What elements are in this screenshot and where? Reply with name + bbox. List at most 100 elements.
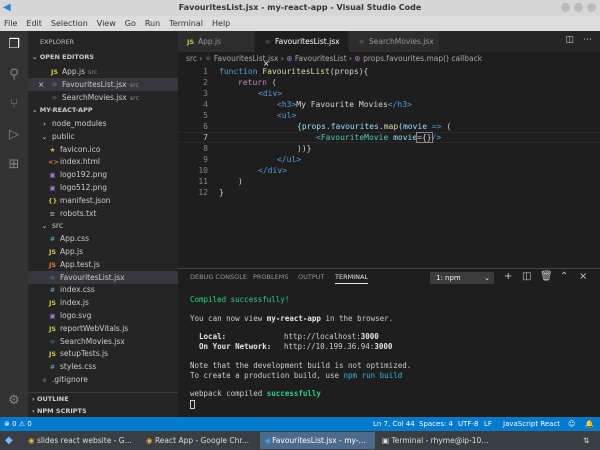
feedback-icon[interactable]: ☺ <box>568 417 575 431</box>
line-number: 1 <box>203 67 208 76</box>
taskbar-item-chrome-react[interactable]: ◉ React App - Google Chr... <box>142 432 256 449</box>
tab-app-js[interactable]: JS App.js <box>178 31 254 52</box>
file-item[interactable]: {} manifest.json <box>28 194 178 207</box>
breadcrumb-file[interactable]: FavouritesList.jsx <box>214 54 279 63</box>
open-editor-item[interactable]: × ⚛ FavouritesList.jsx src <box>28 78 178 91</box>
folder-item[interactable]: › node_modules <box>28 117 178 130</box>
file-item[interactable]: JS setupTests.js <box>28 347 178 360</box>
terminal-select[interactable]: 1: npm ⌄ <box>430 272 494 284</box>
split-editor-icon[interactable]: ◫ <box>565 35 574 45</box>
indentation[interactable]: Spaces: 4 <box>419 417 453 431</box>
line-number: 12 <box>198 188 208 197</box>
cursor-position[interactable]: Ln 7, Col 44 <box>373 417 415 431</box>
file-item[interactable]: JS App.test.js <box>28 258 178 271</box>
file-item[interactable]: ▣ logo.svg <box>28 309 178 322</box>
taskbar-label: Terminal - rhyme@ip-10... <box>391 436 489 445</box>
tab-output[interactable]: OUTPUT <box>298 273 325 281</box>
menu-terminal[interactable]: Terminal <box>169 16 203 31</box>
file-name: src <box>52 221 63 231</box>
source-control-icon[interactable]: ⑂ <box>6 97 22 113</box>
encoding[interactable]: UTF-8 <box>458 417 478 431</box>
close-panel-icon[interactable]: × <box>579 271 587 282</box>
file-item[interactable]: ★ favicon.ico <box>28 143 178 156</box>
trash-icon[interactable]: 🗑 <box>540 271 553 282</box>
file-name: FavouritesList.jsx <box>62 80 127 89</box>
file-item[interactable]: ▣ logo512.png <box>28 181 178 194</box>
menu-help[interactable]: Help <box>212 16 230 31</box>
open-editor-item[interactable]: ⚛ SearchMovies.jsx src <box>28 91 178 104</box>
file-item[interactable]: <>index.html <box>28 155 178 168</box>
settings-gear-icon[interactable]: ⚙ <box>6 393 22 409</box>
file-item[interactable]: ⚛ FavouritesList.jsx <box>28 270 178 284</box>
file-item[interactable]: JS App.js <box>28 245 178 258</box>
file-name: robots.txt <box>60 208 97 218</box>
extensions-icon[interactable]: ⊞ <box>6 157 22 173</box>
network-icon[interactable]: ⇅ <box>583 431 589 450</box>
file-name: SearchMovies.jsx <box>60 336 125 346</box>
breadcrumb-src[interactable]: src <box>186 54 197 63</box>
tab-problems[interactable]: PROBLEMS <box>253 273 288 281</box>
taskbar-item-chrome-slides[interactable]: ◉ slides react website - G... <box>24 432 140 449</box>
menu-bar: File Edit Selection View Go Run Terminal Help <box>0 16 600 31</box>
folder-item[interactable]: ⌄ public <box>28 130 178 143</box>
project-header[interactable]: ⌄ MY-REACT-APP <box>28 104 178 117</box>
menu-edit[interactable]: Edit <box>26 16 42 31</box>
tab-terminal[interactable]: TERMINAL <box>335 273 369 284</box>
file-item[interactable]: JS reportWebVitals.js <box>28 322 178 335</box>
file-item[interactable]: ≡ robots.txt <box>28 207 178 220</box>
open-editors-header[interactable]: ⌄ OPEN EDITORS <box>28 51 178 64</box>
code-token: ={} <box>416 132 433 143</box>
code-editor[interactable]: 1 function FavouritesList(props){ 2 return… <box>178 64 600 264</box>
outline-header[interactable]: › OUTLINE <box>28 392 178 405</box>
run-debug-icon[interactable]: ▷ <box>6 127 22 143</box>
tab-debug-console[interactable]: DEBUG CONSOLE <box>190 273 247 281</box>
tab-searchmovies-jsx[interactable]: ⚛ SearchMovies.jsx <box>349 31 439 52</box>
terminal-text: npm run build <box>343 371 403 380</box>
menu-file[interactable]: File <box>4 16 17 31</box>
js-file-icon: JS <box>186 38 195 46</box>
menu-selection[interactable]: Selection <box>51 16 88 31</box>
taskbar-item-terminal[interactable]: ▣ Terminal - rhyme@ip-10... <box>378 432 493 449</box>
problems-indicator[interactable]: ⊗ 0 ⚠ 0 <box>4 417 32 431</box>
menu-view[interactable]: View <box>97 16 116 31</box>
tab-label: FavouritesList.jsx <box>275 37 340 46</box>
file-name: .gitignore <box>52 375 88 384</box>
maximize-panel-icon[interactable]: ⌃ <box>560 271 568 282</box>
new-terminal-icon[interactable]: + <box>504 271 512 282</box>
taskbar-item-vscode[interactable]: ◀ FavouritesList.jsx - my-... <box>260 432 375 449</box>
open-editor-item[interactable]: JS App.js src <box>28 65 178 78</box>
search-icon[interactable]: ⚲ <box>6 67 22 83</box>
file-item[interactable]: JS index.js <box>28 296 178 309</box>
file-item[interactable]: ▣ logo192.png <box>28 168 178 181</box>
language-mode[interactable]: JavaScript React <box>503 417 560 431</box>
file-name: App.js <box>60 247 84 256</box>
line-number: 11 <box>198 177 208 186</box>
file-item[interactable]: # styles.css <box>28 360 178 373</box>
file-item[interactable]: ⚛ SearchMovies.jsx <box>28 335 178 348</box>
notifications-bell-icon[interactable]: 🔔 <box>585 417 594 431</box>
file-name: index.css <box>60 285 95 295</box>
minimize-button[interactable] <box>561 3 570 12</box>
maximize-button[interactable] <box>574 3 583 12</box>
menu-go[interactable]: Go <box>125 16 136 31</box>
folder-item[interactable]: ⌄ src <box>28 219 178 232</box>
close-window-button[interactable] <box>587 3 596 12</box>
breadcrumb-callback[interactable]: props.favourites.map() callback <box>363 54 482 63</box>
file-item[interactable]: # App.css <box>28 232 178 245</box>
explorer-icon[interactable]: ❐ <box>6 37 22 53</box>
code-token: } <box>219 188 224 197</box>
code-token: ))} <box>297 144 312 153</box>
tab-favouriteslist-jsx[interactable]: ⚛ FavouritesList.jsx × <box>255 31 348 68</box>
breadcrumb-function[interactable]: FavouritesList <box>295 54 347 63</box>
file-item[interactable]: ◆ .gitignore <box>28 373 178 386</box>
end-of-line[interactable]: LF <box>484 417 492 431</box>
split-terminal-icon[interactable]: ◫ <box>522 271 531 282</box>
file-name: FavouritesList.jsx <box>60 272 125 282</box>
terminal-icon: ▣ <box>382 436 390 445</box>
file-name: logo512.png <box>60 183 107 192</box>
menu-run[interactable]: Run <box>145 16 160 31</box>
start-menu-icon[interactable]: ◆ <box>5 431 13 450</box>
more-actions-icon[interactable]: ⋯ <box>583 35 592 45</box>
file-item[interactable]: # index.css <box>28 283 178 296</box>
close-editor-icon[interactable]: × <box>38 78 44 91</box>
